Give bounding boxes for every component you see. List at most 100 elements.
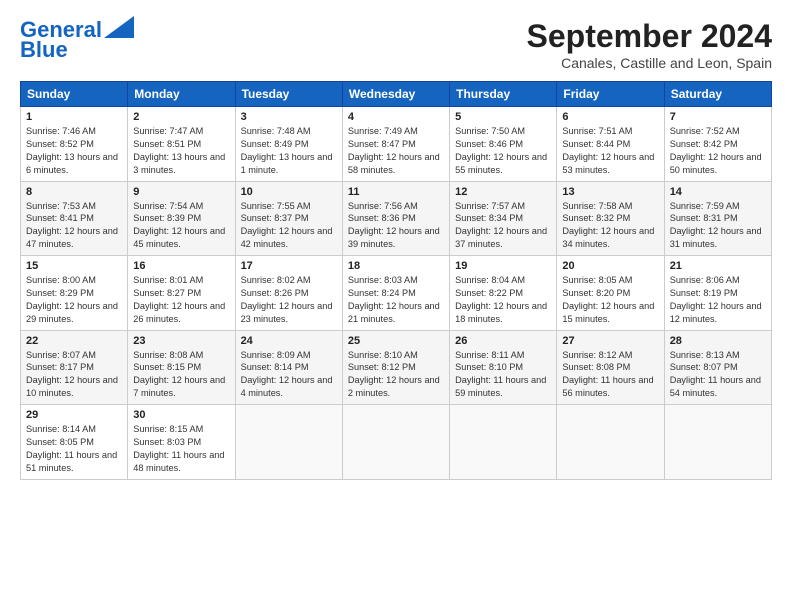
table-row: 25 Sunrise: 8:10 AMSunset: 8:12 PMDaylig… xyxy=(342,330,449,405)
day-info: Sunrise: 8:05 AMSunset: 8:20 PMDaylight:… xyxy=(562,275,654,324)
table-row: 3 Sunrise: 7:48 AMSunset: 8:49 PMDayligh… xyxy=(235,107,342,182)
day-number: 13 xyxy=(562,186,658,198)
table-row: 30 Sunrise: 8:15 AMSunset: 8:03 PMDaylig… xyxy=(128,405,235,480)
day-number: 2 xyxy=(133,111,229,123)
day-number: 21 xyxy=(670,260,766,272)
table-row: 29 Sunrise: 8:14 AMSunset: 8:05 PMDaylig… xyxy=(21,405,128,480)
day-number: 22 xyxy=(26,335,122,347)
day-info: Sunrise: 7:50 AMSunset: 8:46 PMDaylight:… xyxy=(455,126,547,175)
calendar: Sunday Monday Tuesday Wednesday Thursday… xyxy=(20,81,772,480)
day-number: 5 xyxy=(455,111,551,123)
header-friday: Friday xyxy=(557,82,664,107)
day-info: Sunrise: 8:03 AMSunset: 8:24 PMDaylight:… xyxy=(348,275,440,324)
day-info: Sunrise: 7:58 AMSunset: 8:32 PMDaylight:… xyxy=(562,201,654,250)
table-row: 10 Sunrise: 7:55 AMSunset: 8:37 PMDaylig… xyxy=(235,181,342,256)
day-number: 20 xyxy=(562,260,658,272)
location: Canales, Castille and Leon, Spain xyxy=(527,55,772,71)
table-row: 8 Sunrise: 7:53 AMSunset: 8:41 PMDayligh… xyxy=(21,181,128,256)
day-info: Sunrise: 8:06 AMSunset: 8:19 PMDaylight:… xyxy=(670,275,762,324)
day-info: Sunrise: 8:09 AMSunset: 8:14 PMDaylight:… xyxy=(241,350,333,399)
table-row: 21 Sunrise: 8:06 AMSunset: 8:19 PMDaylig… xyxy=(664,256,771,331)
calendar-week-row: 22 Sunrise: 8:07 AMSunset: 8:17 PMDaylig… xyxy=(21,330,772,405)
day-info: Sunrise: 7:46 AMSunset: 8:52 PMDaylight:… xyxy=(26,126,118,175)
day-number: 30 xyxy=(133,409,229,421)
table-row: 13 Sunrise: 7:58 AMSunset: 8:32 PMDaylig… xyxy=(557,181,664,256)
day-number: 1 xyxy=(26,111,122,123)
day-info: Sunrise: 7:54 AMSunset: 8:39 PMDaylight:… xyxy=(133,201,225,250)
day-number: 29 xyxy=(26,409,122,421)
table-row xyxy=(342,405,449,480)
header-sunday: Sunday xyxy=(21,82,128,107)
table-row: 2 Sunrise: 7:47 AMSunset: 8:51 PMDayligh… xyxy=(128,107,235,182)
day-info: Sunrise: 8:13 AMSunset: 8:07 PMDaylight:… xyxy=(670,350,761,399)
day-info: Sunrise: 8:12 AMSunset: 8:08 PMDaylight:… xyxy=(562,350,653,399)
day-number: 26 xyxy=(455,335,551,347)
table-row: 7 Sunrise: 7:52 AMSunset: 8:42 PMDayligh… xyxy=(664,107,771,182)
table-row: 11 Sunrise: 7:56 AMSunset: 8:36 PMDaylig… xyxy=(342,181,449,256)
day-number: 19 xyxy=(455,260,551,272)
table-row: 27 Sunrise: 8:12 AMSunset: 8:08 PMDaylig… xyxy=(557,330,664,405)
logo-icon xyxy=(104,16,134,38)
table-row: 28 Sunrise: 8:13 AMSunset: 8:07 PMDaylig… xyxy=(664,330,771,405)
page: General Blue September 2024 Canales, Cas… xyxy=(0,0,792,612)
table-row: 1 Sunrise: 7:46 AMSunset: 8:52 PMDayligh… xyxy=(21,107,128,182)
day-number: 17 xyxy=(241,260,337,272)
table-row xyxy=(664,405,771,480)
day-number: 11 xyxy=(348,186,444,198)
table-row: 17 Sunrise: 8:02 AMSunset: 8:26 PMDaylig… xyxy=(235,256,342,331)
day-info: Sunrise: 8:02 AMSunset: 8:26 PMDaylight:… xyxy=(241,275,333,324)
table-row xyxy=(235,405,342,480)
header-thursday: Thursday xyxy=(450,82,557,107)
header-monday: Monday xyxy=(128,82,235,107)
day-info: Sunrise: 7:47 AMSunset: 8:51 PMDaylight:… xyxy=(133,126,225,175)
day-number: 8 xyxy=(26,186,122,198)
table-row: 12 Sunrise: 7:57 AMSunset: 8:34 PMDaylig… xyxy=(450,181,557,256)
day-info: Sunrise: 7:53 AMSunset: 8:41 PMDaylight:… xyxy=(26,201,118,250)
header-tuesday: Tuesday xyxy=(235,82,342,107)
table-row xyxy=(450,405,557,480)
day-number: 16 xyxy=(133,260,229,272)
header-saturday: Saturday xyxy=(664,82,771,107)
day-number: 7 xyxy=(670,111,766,123)
day-info: Sunrise: 7:51 AMSunset: 8:44 PMDaylight:… xyxy=(562,126,654,175)
title-block: September 2024 Canales, Castille and Leo… xyxy=(527,18,772,71)
day-number: 14 xyxy=(670,186,766,198)
day-number: 27 xyxy=(562,335,658,347)
month-title: September 2024 xyxy=(527,18,772,55)
table-row: 5 Sunrise: 7:50 AMSunset: 8:46 PMDayligh… xyxy=(450,107,557,182)
table-row: 18 Sunrise: 8:03 AMSunset: 8:24 PMDaylig… xyxy=(342,256,449,331)
day-number: 15 xyxy=(26,260,122,272)
header: General Blue September 2024 Canales, Cas… xyxy=(20,18,772,71)
table-row: 23 Sunrise: 8:08 AMSunset: 8:15 PMDaylig… xyxy=(128,330,235,405)
day-info: Sunrise: 8:14 AMSunset: 8:05 PMDaylight:… xyxy=(26,424,117,473)
calendar-week-row: 29 Sunrise: 8:14 AMSunset: 8:05 PMDaylig… xyxy=(21,405,772,480)
day-number: 9 xyxy=(133,186,229,198)
table-row: 22 Sunrise: 8:07 AMSunset: 8:17 PMDaylig… xyxy=(21,330,128,405)
day-number: 12 xyxy=(455,186,551,198)
day-number: 24 xyxy=(241,335,337,347)
logo-blue: Blue xyxy=(20,38,68,62)
day-info: Sunrise: 7:49 AMSunset: 8:47 PMDaylight:… xyxy=(348,126,440,175)
table-row: 24 Sunrise: 8:09 AMSunset: 8:14 PMDaylig… xyxy=(235,330,342,405)
day-info: Sunrise: 7:55 AMSunset: 8:37 PMDaylight:… xyxy=(241,201,333,250)
day-info: Sunrise: 8:10 AMSunset: 8:12 PMDaylight:… xyxy=(348,350,440,399)
table-row: 4 Sunrise: 7:49 AMSunset: 8:47 PMDayligh… xyxy=(342,107,449,182)
table-row: 9 Sunrise: 7:54 AMSunset: 8:39 PMDayligh… xyxy=(128,181,235,256)
logo: General Blue xyxy=(20,18,134,62)
calendar-week-row: 1 Sunrise: 7:46 AMSunset: 8:52 PMDayligh… xyxy=(21,107,772,182)
day-info: Sunrise: 7:52 AMSunset: 8:42 PMDaylight:… xyxy=(670,126,762,175)
day-info: Sunrise: 7:56 AMSunset: 8:36 PMDaylight:… xyxy=(348,201,440,250)
day-number: 3 xyxy=(241,111,337,123)
table-row: 15 Sunrise: 8:00 AMSunset: 8:29 PMDaylig… xyxy=(21,256,128,331)
calendar-header-row: Sunday Monday Tuesday Wednesday Thursday… xyxy=(21,82,772,107)
day-info: Sunrise: 7:59 AMSunset: 8:31 PMDaylight:… xyxy=(670,201,762,250)
table-row: 26 Sunrise: 8:11 AMSunset: 8:10 PMDaylig… xyxy=(450,330,557,405)
day-info: Sunrise: 8:00 AMSunset: 8:29 PMDaylight:… xyxy=(26,275,118,324)
table-row: 20 Sunrise: 8:05 AMSunset: 8:20 PMDaylig… xyxy=(557,256,664,331)
day-info: Sunrise: 7:48 AMSunset: 8:49 PMDaylight:… xyxy=(241,126,333,175)
day-number: 28 xyxy=(670,335,766,347)
day-info: Sunrise: 8:01 AMSunset: 8:27 PMDaylight:… xyxy=(133,275,225,324)
header-wednesday: Wednesday xyxy=(342,82,449,107)
day-info: Sunrise: 8:07 AMSunset: 8:17 PMDaylight:… xyxy=(26,350,118,399)
table-row: 6 Sunrise: 7:51 AMSunset: 8:44 PMDayligh… xyxy=(557,107,664,182)
